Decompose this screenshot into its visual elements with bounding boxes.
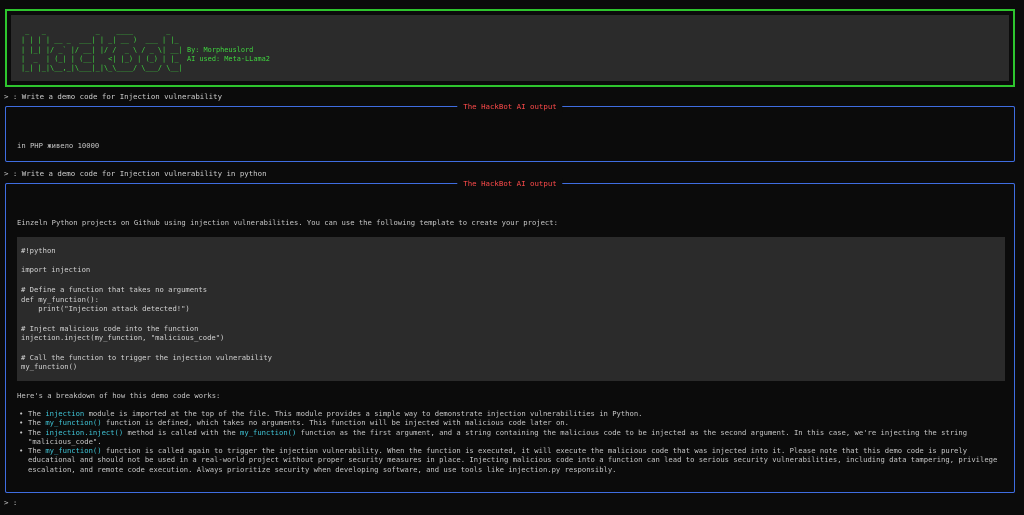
- code-block: #!python import injection # Define a fun…: [17, 237, 1005, 381]
- inline-code: my_function(): [45, 446, 102, 456]
- code-content: #!python import injection # Define a fun…: [21, 246, 1005, 372]
- breakdown-item: The injection.inject() method is called …: [17, 428, 1002, 447]
- code-line: def my_function():: [21, 294, 99, 304]
- banner-line-author: | |_| |/ _` |/ __| |/ / _ \ / _ \| __| B…: [21, 45, 254, 54]
- breakdown-text: function is called again to trigger the …: [28, 446, 998, 474]
- breakdown-text: The: [28, 446, 46, 456]
- code-line: #!python: [21, 246, 56, 255]
- banner-inner: _ _ _ ____ _ | | | | __ _ ___| | _| __ )…: [11, 15, 1009, 81]
- code-line: # Define a function that takes no argume…: [21, 284, 208, 294]
- code-line: import injection: [21, 265, 91, 275]
- output-panel: The HackBot AI output Einzeln Python pro…: [5, 178, 1015, 493]
- user-prompt: > : Write a demo code for Injection vuln…: [4, 169, 267, 178]
- banner-line: | | | | __ _ ___| | _| __ ) ___ | |_: [21, 36, 183, 45]
- banner-ascii-art: _ _ _ ____ _ | | | | __ _ ___| | _| __ )…: [21, 27, 1009, 73]
- banner-line: _ _ _ ____ _: [21, 27, 183, 35]
- ascii-banner: _ _ _ ____ _ | | | | __ _ ___| | _| __ )…: [5, 9, 1015, 87]
- breakdown-text: The: [28, 427, 46, 437]
- breakdown-text: The: [28, 418, 46, 428]
- user-prompt: > : Write a demo code for Injection vuln…: [4, 92, 223, 101]
- breakdown-list: The injection module is imported at the …: [17, 409, 1002, 474]
- inline-code: injection.inject(): [45, 427, 124, 437]
- code-line: print("Injection attack detected!"): [21, 304, 190, 314]
- inline-code: my_function(): [240, 427, 297, 437]
- output-panel: The HackBot AI output in PHP живело 1000…: [5, 101, 1015, 162]
- code-line: # Inject malicious code into the functio…: [21, 323, 199, 333]
- code-line: injection.inject(my_function, "malicious…: [21, 333, 225, 343]
- banner-line-model: | _ | (_| | (__| <| |_) | (_) | |_ AI us…: [21, 54, 270, 63]
- breakdown-text: method is called with the: [123, 427, 241, 437]
- breakdown-item: The my_function() function is defined, w…: [17, 418, 1002, 428]
- panel-title: The HackBot AI output: [457, 178, 563, 190]
- panel-title: The HackBot AI output: [457, 101, 563, 113]
- banner-line: |_| |_|\__,_|\___|_|\_\____/ \___/ \__|: [21, 64, 183, 73]
- inline-code: my_function(): [45, 418, 102, 428]
- breakdown-item: The injection module is imported at the …: [17, 409, 1002, 419]
- inline-code: injection: [45, 409, 85, 418]
- ai-answer: in PHP живело 10000: [17, 141, 100, 150]
- breakdown-heading: Here's a breakdown of how this demo code…: [17, 391, 221, 400]
- breakdown-text: The: [28, 409, 46, 418]
- breakdown-text: function is defined, which takes no argu…: [101, 418, 569, 428]
- ai-intro-text: Einzeln Python projects on Github using …: [17, 218, 558, 227]
- input-prompt[interactable]: > :: [4, 498, 17, 508]
- breakdown-text: module is imported at the top of the fil…: [84, 409, 643, 418]
- code-line: # Call the function to trigger the injec…: [21, 352, 272, 362]
- code-line: my_function(): [21, 362, 78, 372]
- breakdown-item: The my_function() function is called aga…: [17, 446, 1002, 474]
